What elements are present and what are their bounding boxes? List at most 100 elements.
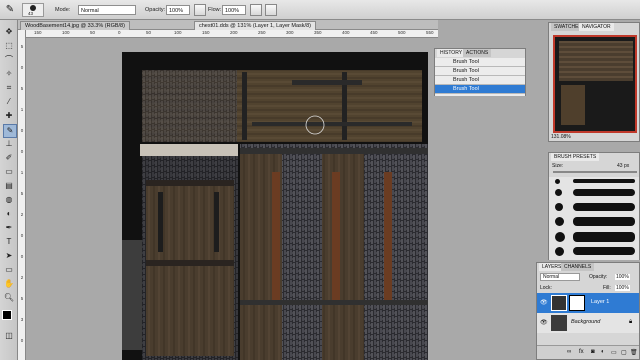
opacity-field[interactable]: 100% <box>166 5 190 15</box>
new-group-icon[interactable]: ▭ <box>611 349 617 356</box>
ruler-tick-label: 5 <box>20 44 24 49</box>
brush-size-value-field[interactable]: 43 px <box>617 163 629 169</box>
pen-tool-icon[interactable]: ✒ <box>3 222 15 234</box>
brush-stroke-preview[interactable] <box>573 203 635 211</box>
delete-layer-icon[interactable]: 🗑︎ <box>630 349 638 356</box>
navigator-zoom-field[interactable]: 131.08% <box>551 134 571 140</box>
eraser-tool-icon[interactable]: ▭ <box>3 166 15 178</box>
ruler-tick-label: 450 <box>370 30 378 35</box>
layer-opacity-field[interactable]: 100% <box>615 274 630 280</box>
history-panel: HISTORY ACTIONS Brush Tool Brush Tool Br… <box>434 48 526 96</box>
brush-stroke-preview[interactable] <box>573 189 635 196</box>
layer-name[interactable]: Background <box>571 319 600 325</box>
brush-tip-preview[interactable] <box>555 217 564 226</box>
document-tabs: WoodBasement14.jpg @ 33.3% (RGB/8) chest… <box>18 20 438 30</box>
flow-field[interactable]: 100% <box>222 5 246 15</box>
brush-tip-preview[interactable] <box>555 189 562 196</box>
navigator-thumb-wood <box>559 41 633 81</box>
blend-mode-select[interactable]: Normal <box>540 273 580 281</box>
brush-size-value: 43 <box>28 11 34 16</box>
brush-tip-preview[interactable] <box>555 247 564 256</box>
ruler-tick-label: 3 <box>20 317 24 322</box>
brush-tip-preview[interactable] <box>555 232 565 242</box>
ruler-tick-label: 350 <box>314 30 322 35</box>
ruler-tick-label: 0 <box>118 30 121 35</box>
ruler-tick-label: 400 <box>342 30 350 35</box>
lasso-tool-icon[interactable]: ⌒ <box>3 54 15 66</box>
history-item-selected[interactable]: Brush Tool <box>435 85 525 94</box>
pressure-opacity-button[interactable] <box>194 4 206 16</box>
layer-row-background[interactable]: 👁︎ Background 🔒︎ <box>537 313 639 333</box>
crop-tool-icon[interactable]: ⌗ <box>3 82 15 94</box>
ruler-tick-label: 150 <box>202 30 210 35</box>
healing-tool-icon[interactable]: ✚ <box>3 110 15 122</box>
ruler-tick-label: 0 <box>20 128 24 133</box>
history-item[interactable]: Brush Tool <box>435 67 525 76</box>
layer-row-layer1[interactable]: 👁︎ Layer 1 <box>537 293 639 313</box>
brush-stroke-preview[interactable] <box>573 247 635 255</box>
options-bar: ✎ 43 Mode: Normal Opacity: 100% Flow: 10… <box>0 0 640 20</box>
quick-mask-icon[interactable]: ◫ <box>3 330 15 342</box>
brush-size-slider[interactable] <box>553 171 637 173</box>
new-layer-icon[interactable]: ▢ <box>621 349 627 356</box>
layer-name[interactable]: Layer 1 <box>591 299 609 305</box>
brush-stroke-preview[interactable] <box>573 232 635 242</box>
tab-woodbasement[interactable]: WoodBasement14.jpg @ 33.3% (RGB/8) <box>20 21 130 30</box>
layer-fill-field[interactable]: 100% <box>615 285 630 291</box>
pressure-size-button[interactable] <box>265 4 277 16</box>
eye-icon[interactable]: 👁︎ <box>540 299 548 306</box>
brush-stroke-preview[interactable] <box>573 179 635 183</box>
add-mask-icon[interactable]: ◙ <box>591 349 595 355</box>
shape-tool-icon[interactable]: ▭ <box>3 264 15 276</box>
brush-size-label: Size: <box>552 163 564 169</box>
mode-select[interactable]: Normal <box>78 5 136 15</box>
quick-select-tool-icon[interactable]: ✧ <box>3 68 15 80</box>
link-layers-icon[interactable]: ∞ <box>567 349 571 355</box>
history-brush-tool-icon[interactable]: ✐ <box>3 152 15 164</box>
dodge-tool-icon[interactable]: ◐ <box>3 208 15 220</box>
zoom-tool-icon[interactable]: 🔍︎ <box>3 292 15 304</box>
eyedropper-tool-icon[interactable]: ⁄ <box>3 96 15 108</box>
ruler-tick-label: 100 <box>174 30 182 35</box>
clone-stamp-tool-icon[interactable]: ⊥ <box>3 138 15 150</box>
ruler-tick-label: 0 <box>20 254 24 259</box>
brush-tip-preview[interactable] <box>555 179 560 184</box>
blur-tool-icon[interactable]: ◍ <box>3 194 15 206</box>
move-tool-icon[interactable]: ✥ <box>3 26 15 38</box>
ruler-tick-label: 5 <box>20 296 24 301</box>
foreground-color-swatch[interactable] <box>2 310 12 320</box>
ruler-tick-label: 1 <box>20 107 24 112</box>
gradient-tool-icon[interactable]: ▤ <box>3 180 15 192</box>
layer-fill-label: Fill: <box>603 285 611 291</box>
ruler-tick-label: 150 <box>34 30 42 35</box>
fx-icon[interactable]: fx <box>579 349 584 355</box>
brush-tool-icon[interactable]: ✎ <box>4 3 16 16</box>
tab-brush-presets[interactable]: BRUSH PRESETS <box>551 153 600 161</box>
tab-chest01[interactable]: chest01.dds @ 131% (Layer 1, Layer Mask/… <box>194 21 316 30</box>
layer-thumbnail <box>551 295 567 311</box>
navigator-thumbnail[interactable] <box>553 35 637 133</box>
brush-stroke-preview[interactable] <box>573 217 635 226</box>
marquee-tool-icon[interactable]: ⬚ <box>3 40 15 52</box>
tab-actions[interactable]: ACTIONS <box>463 49 492 57</box>
history-item[interactable]: Brush Tool <box>435 76 525 85</box>
eye-icon[interactable]: 👁︎ <box>540 319 548 326</box>
ruler-tick-label: 100 <box>62 30 70 35</box>
brush-tip-preview[interactable] <box>555 203 563 211</box>
layer-mask-thumbnail[interactable] <box>569 295 585 311</box>
ruler-tick-label: 0 <box>20 149 24 154</box>
adjustment-layer-icon[interactable]: ◐ <box>601 349 605 355</box>
path-select-tool-icon[interactable]: ➤ <box>3 250 15 262</box>
brush-tool-icon-selected[interactable]: ✎ <box>3 124 17 138</box>
airbrush-button[interactable] <box>250 4 262 16</box>
lock-icon: 🔒︎ <box>629 319 633 325</box>
tab-navigator[interactable]: NAVIGATOR <box>579 23 614 31</box>
tab-history[interactable]: HISTORY <box>437 49 466 57</box>
tab-channels[interactable]: CHANNELS <box>561 263 595 271</box>
brush-preset-picker[interactable]: 43 <box>22 3 44 17</box>
flow-label: Flow: <box>208 7 222 13</box>
hand-tool-icon[interactable]: ✋ <box>3 278 15 290</box>
history-item[interactable]: Brush Tool <box>435 58 525 67</box>
document-canvas[interactable] <box>122 52 428 360</box>
type-tool-icon[interactable]: T <box>3 236 15 248</box>
